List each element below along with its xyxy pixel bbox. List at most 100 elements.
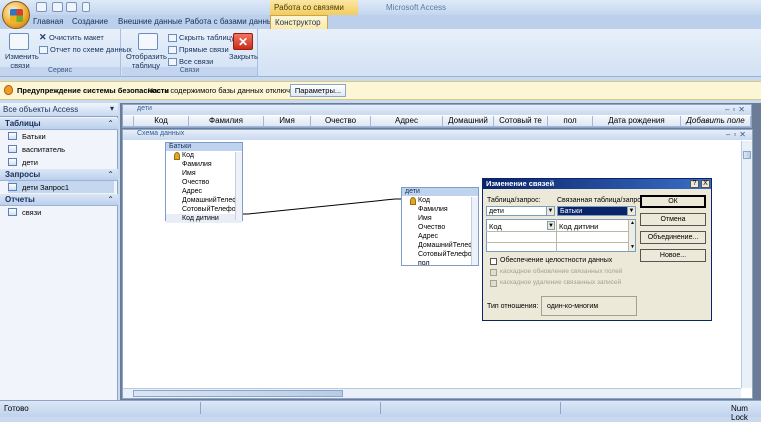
- field-item[interactable]: Адрес: [402, 232, 478, 241]
- add-field-header[interactable]: Добавить поле: [681, 116, 751, 127]
- field-item[interactable]: Имя: [402, 214, 478, 223]
- field-item[interactable]: Код: [402, 196, 478, 205]
- column-header[interactable]: пол: [548, 116, 593, 127]
- column-header[interactable]: Код: [134, 116, 189, 127]
- nav-section-queries[interactable]: Запросы ⌃: [0, 169, 118, 181]
- tab-home[interactable]: Главная: [29, 15, 67, 29]
- edit-links-button[interactable]: Изменить связи: [5, 52, 39, 70]
- dialog-title[interactable]: Изменение связей: [483, 179, 711, 189]
- hide-table-button[interactable]: Скрыть таблицу: [168, 33, 235, 43]
- show-table-button[interactable]: Отобразить таблицу: [126, 52, 167, 70]
- qat-dropdown-icon[interactable]: [82, 2, 90, 12]
- security-options-button[interactable]: Параметры...: [290, 84, 346, 97]
- join-type-button[interactable]: Объединение...: [640, 231, 706, 244]
- save-icon[interactable]: [36, 2, 47, 12]
- field-item[interactable]: Фамилия: [166, 160, 242, 169]
- clear-layout-button[interactable]: ✕ Очистить макет: [39, 33, 104, 42]
- nav-item-deti-query[interactable]: дети Запрос1: [8, 181, 114, 193]
- field-item[interactable]: Код: [166, 151, 242, 160]
- scroll-thumb[interactable]: [133, 390, 343, 397]
- help-button[interactable]: ?: [690, 180, 699, 188]
- tab-create[interactable]: Создание: [68, 15, 112, 29]
- cascade-delete-checkbox[interactable]: [490, 280, 497, 287]
- table-box-title[interactable]: Батьки: [166, 143, 242, 151]
- column-header[interactable]: Дата рождения: [593, 116, 681, 127]
- ok-button[interactable]: ОК: [640, 195, 706, 208]
- table-box-deti[interactable]: дети Код Фамилия Имя Очество Адрес Домаш…: [401, 187, 479, 268]
- scroll-thumb[interactable]: [743, 151, 751, 159]
- nav-section-tables[interactable]: Таблицы ⌃: [0, 118, 118, 130]
- datasheet-window-title[interactable]: дети –▫✕: [123, 105, 751, 115]
- dropdown-arrow-icon[interactable]: ▼: [547, 221, 555, 230]
- column-header[interactable]: Адрес: [371, 116, 443, 127]
- column-header[interactable]: Домашний: [443, 116, 494, 127]
- integrity-checkbox[interactable]: [490, 258, 497, 265]
- office-button[interactable]: [2, 1, 30, 29]
- query-icon: [8, 183, 17, 191]
- nav-item-deti[interactable]: дети: [8, 156, 114, 168]
- redo-icon[interactable]: [66, 2, 77, 12]
- window-controls-icon[interactable]: –▫✕: [726, 130, 749, 139]
- tab-database-tools[interactable]: Работа с базами данных: [181, 15, 281, 29]
- table-box-scrollbar[interactable]: [235, 152, 242, 220]
- table-icon: [8, 132, 17, 140]
- edit-links-icon[interactable]: [9, 33, 29, 50]
- tab-design[interactable]: Конструктор: [270, 15, 328, 29]
- dropdown-arrow-icon[interactable]: ▼: [627, 207, 635, 215]
- dropdown-arrow-icon[interactable]: ▼: [546, 207, 554, 215]
- undo-icon[interactable]: [52, 2, 63, 12]
- field-item[interactable]: Очество: [166, 178, 242, 187]
- clear-x-icon: ✕: [39, 32, 47, 43]
- cancel-button[interactable]: Отмена: [640, 213, 706, 226]
- table-box-batki[interactable]: Батьки Код Фамилия Имя Очество Адрес Дом…: [165, 142, 243, 223]
- column-header[interactable]: Сотовый те: [494, 116, 548, 127]
- show-table-icon[interactable]: [138, 33, 158, 50]
- table-box-scrollbar[interactable]: [471, 197, 478, 265]
- create-new-button[interactable]: Новое...: [640, 249, 706, 262]
- scroll-up-icon[interactable]: ▲: [629, 220, 636, 227]
- fields-grid-scrollbar[interactable]: ▲ ▼: [628, 220, 635, 251]
- field-item[interactable]: Имя: [166, 169, 242, 178]
- field-item[interactable]: ДомашнийТелефо: [166, 196, 242, 205]
- schema-vertical-scrollbar[interactable]: [741, 141, 752, 388]
- nav-item-batki[interactable]: Батьки: [8, 130, 114, 142]
- nav-header[interactable]: Все объекты Access ▾: [0, 103, 118, 117]
- field-item[interactable]: СотовыйТелефон: [166, 205, 242, 214]
- nav-chevron-icon[interactable]: ▾: [110, 104, 114, 113]
- field-item[interactable]: пол: [402, 259, 478, 268]
- select-all-cell[interactable]: [123, 116, 134, 127]
- schema-window-title[interactable]: Схема данных –▫✕: [123, 130, 752, 140]
- field-item[interactable]: Очество: [402, 223, 478, 232]
- all-links-button[interactable]: Все связи: [168, 57, 213, 67]
- close-relations-icon[interactable]: ✕: [233, 33, 253, 50]
- field-item[interactable]: СотовыйТелефон: [402, 250, 478, 259]
- scroll-down-icon[interactable]: ▼: [629, 244, 636, 251]
- field-item[interactable]: Фамилия: [402, 205, 478, 214]
- close-relations-button[interactable]: Закрыть: [229, 52, 258, 61]
- cascade-update-checkbox[interactable]: [490, 269, 497, 276]
- column-header[interactable]: Фамилия: [189, 116, 264, 127]
- field-left-value[interactable]: Код: [489, 222, 502, 231]
- nav-item-svyazi[interactable]: связи: [8, 206, 114, 218]
- report-button[interactable]: Отчет по схеме данных: [39, 45, 132, 55]
- schema-horizontal-scrollbar[interactable]: [123, 388, 741, 398]
- window-controls-icon[interactable]: –▫✕: [725, 105, 748, 114]
- office-logo-icon: [10, 9, 23, 22]
- related-table-select[interactable]: Батьки ▼: [557, 206, 636, 216]
- field-item[interactable]: ДомашнийТелеф: [402, 241, 478, 250]
- relation-line[interactable]: [243, 195, 401, 219]
- table-box-title[interactable]: дети: [402, 188, 478, 196]
- column-header[interactable]: Имя: [264, 116, 311, 127]
- relation-type-value: один-ко-многим: [547, 303, 599, 310]
- field-item[interactable]: Адрес: [166, 187, 242, 196]
- column-header[interactable]: Очество: [311, 116, 371, 127]
- show-table-label-2: таблицу: [131, 61, 161, 70]
- dialog-close-button[interactable]: X: [701, 180, 710, 188]
- table-select[interactable]: дети ▼: [486, 206, 555, 216]
- nav-section-reports[interactable]: Отчеты ⌃: [0, 194, 118, 206]
- field-right-value[interactable]: Код дитини: [559, 222, 598, 231]
- direct-links-button[interactable]: Прямые связи: [168, 45, 229, 55]
- nav-item-vaspitatel[interactable]: васпитатель: [8, 143, 114, 155]
- tab-external-data[interactable]: Внешние данные: [114, 15, 186, 29]
- field-item[interactable]: Код дитини: [166, 214, 242, 223]
